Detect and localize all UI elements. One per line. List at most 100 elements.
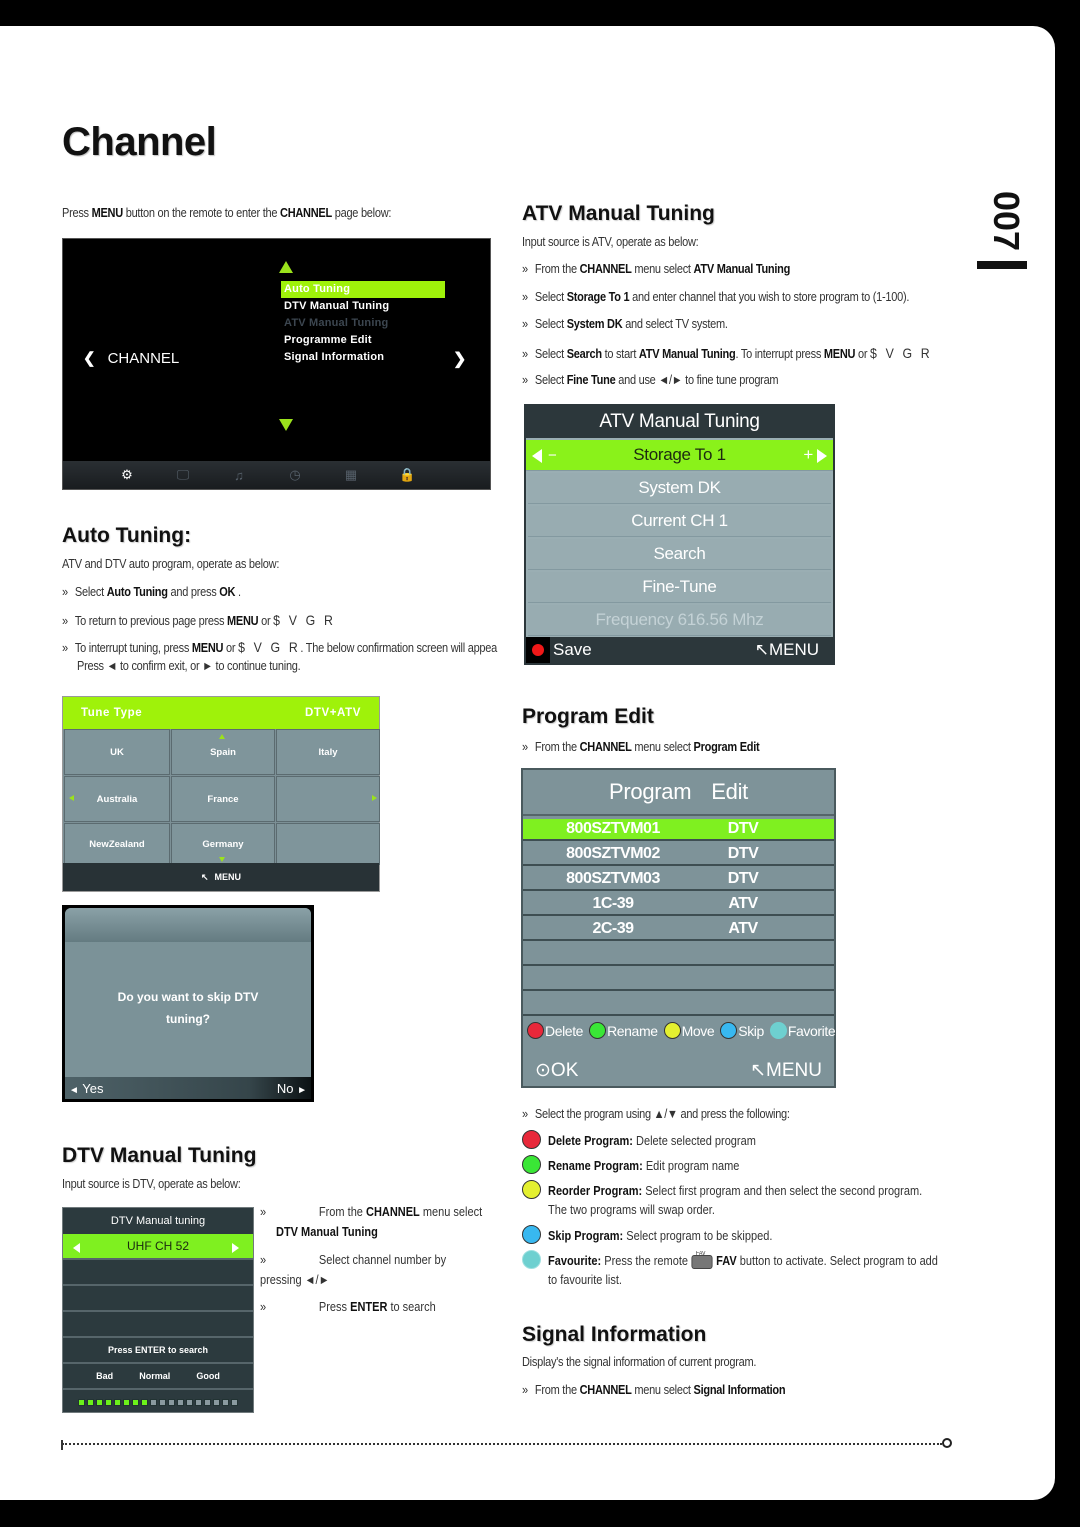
- red-button-icon: [527, 1022, 544, 1039]
- signal-segment: [159, 1398, 166, 1406]
- country-cell[interactable]: Australia: [64, 776, 170, 822]
- settings-gear-icon[interactable]: ⚙: [119, 467, 135, 483]
- key-reorder: Reorder Program: Select first program an…: [522, 1180, 973, 1220]
- auto-tuning-heading: Auto Tuning:: [62, 524, 192, 547]
- blue-button-icon: [720, 1022, 738, 1039]
- country-cell[interactable]: NewZealand: [64, 823, 170, 865]
- scroll-down-arrow-icon[interactable]: [279, 419, 293, 431]
- rename-button[interactable]: Rename: [589, 1022, 658, 1039]
- favorite-button[interactable]: Favorite: [769, 1022, 836, 1039]
- menu-item-programme-edit[interactable]: Programme Edit: [281, 332, 445, 349]
- auto-tuning-desc: ATV and DTV auto program, operate as bel…: [62, 557, 280, 571]
- signal-segment: [195, 1398, 202, 1406]
- atv-row-search[interactable]: Search: [528, 539, 831, 570]
- footer-circle-icon: [942, 1438, 952, 1448]
- channel-value: UHF CH 52: [126, 1239, 189, 1253]
- scroll-up-arrow-icon[interactable]: [279, 261, 293, 273]
- skip-button[interactable]: Skip: [720, 1022, 764, 1039]
- signal-segment: [177, 1398, 184, 1406]
- signal-info-step: » From the CHANNEL menu select Signal Inf…: [522, 1383, 786, 1397]
- menu-button[interactable]: ↖MENU: [750, 1059, 822, 1082]
- empty-row: [63, 1260, 253, 1286]
- page-title: Channel: [62, 120, 217, 164]
- signal-quality-labels: Bad Normal Good: [63, 1364, 253, 1390]
- music-note-icon[interactable]: ♫: [231, 468, 247, 483]
- yes-button[interactable]: ◄ Yes: [69, 1081, 104, 1096]
- right-arrow-icon[interactable]: [232, 1243, 239, 1253]
- tune-type-value: DTV+ATV: [304, 707, 361, 719]
- footer-dotted-line: [62, 1443, 942, 1445]
- up-arrow-icon: [219, 734, 225, 739]
- channel-selector[interactable]: UHF CH 52: [63, 1234, 253, 1260]
- atv-step: » From the CHANNEL menu select ATV Manual…: [522, 262, 791, 276]
- no-button[interactable]: No ►: [277, 1081, 307, 1096]
- auto-tuning-step: » Select Auto Tuning and press OK .: [62, 585, 241, 599]
- dtv-manual-heading: DTV Manual Tuning: [62, 1144, 257, 1167]
- move-button[interactable]: Move: [663, 1022, 715, 1039]
- dtv-step-line2: DTV Manual Tuning: [276, 1225, 378, 1239]
- delete-button[interactable]: Delete: [527, 1022, 583, 1039]
- right-arrow-icon: ►: [297, 1084, 307, 1096]
- dialog-header-band: [65, 908, 311, 942]
- signal-segment: [150, 1398, 157, 1406]
- program-row-empty: [523, 969, 834, 991]
- auto-tuning-step: » To interrupt tuning, press MENU or $ V …: [62, 639, 497, 655]
- atv-step: » Select System DK and select TV system.: [522, 317, 728, 331]
- atv-step: » Select Storage To 1 and enter channel t…: [522, 290, 910, 304]
- signal-segment: [141, 1398, 148, 1406]
- tune-type-header[interactable]: Tune Type DTV+ATV: [63, 697, 379, 729]
- country-cell[interactable]: Germany: [171, 823, 275, 865]
- dtv-step-line2: pressing ◄/►: [260, 1273, 330, 1287]
- program-row[interactable]: 800SZTVM03 DTV: [523, 869, 834, 891]
- skip-dtv-dialog: Do you want to skip DTV tuning? ◄ Yes No…: [62, 905, 314, 1102]
- atv-panel-footer: Save ↖MENU: [526, 637, 833, 663]
- menu-button[interactable]: ↖MENU: [755, 640, 819, 660]
- page-number-bar: [977, 261, 1027, 269]
- signal-segment: [114, 1398, 121, 1406]
- signal-info-heading: Signal Information: [522, 1323, 707, 1346]
- ok-button[interactable]: ⊙OK: [535, 1059, 578, 1082]
- program-row[interactable]: 2C-39 ATV: [523, 919, 834, 941]
- intro-text: Press MENU button on the remote to enter…: [62, 206, 392, 220]
- program-edit-screen: Program Edit 800SZTVM01 DTV 800SZTVM02 DTV …: [521, 768, 836, 1088]
- program-row[interactable]: 800SZTVM01 DTV: [523, 819, 834, 841]
- atv-row-fine-tune[interactable]: Fine-Tune: [528, 572, 831, 603]
- right-arrow-icon: [372, 795, 377, 801]
- chevron-left-icon[interactable]: ❮: [83, 350, 96, 367]
- key-skip: Skip Program: Select program to be skipp…: [522, 1225, 803, 1246]
- atv-row-system[interactable]: System DK: [528, 473, 831, 504]
- program-edit-step: » From the CHANNEL menu select Program Ed…: [522, 740, 760, 754]
- country-cell[interactable]: Spain: [171, 729, 275, 775]
- lock-icon[interactable]: 🔒: [399, 467, 415, 483]
- tune-type-menu-button[interactable]: ↖ MENU: [63, 863, 379, 891]
- chevron-right-icon[interactable]: ❯: [453, 349, 466, 369]
- menu-category-bar: ⚙ 🖵 ♫ ◷ ▦ 🔒: [63, 461, 490, 489]
- left-arrow-icon: [69, 795, 74, 801]
- country-cell[interactable]: Italy: [276, 729, 380, 775]
- grid-icon[interactable]: ▦: [343, 467, 359, 483]
- save-button[interactable]: Save: [526, 637, 592, 663]
- atv-row-current-ch[interactable]: Current CH 1: [528, 506, 831, 537]
- storage-selector[interactable]: − Storage To 1 +: [526, 440, 833, 471]
- country-cell[interactable]: UK: [64, 729, 170, 775]
- menu-item-signal-information[interactable]: Signal Information: [281, 349, 445, 366]
- menu-item-dtv-manual-tuning[interactable]: DTV Manual Tuning: [281, 298, 445, 315]
- program-row[interactable]: 1C-39 ATV: [523, 894, 834, 916]
- menu-item-auto-tuning[interactable]: Auto Tuning: [281, 281, 445, 298]
- channel-menu-screen: ❮ CHANNEL Auto Tuning DTV Manual Tuning A…: [62, 238, 491, 490]
- empty-row: [63, 1312, 253, 1338]
- right-arrow-icon[interactable]: [817, 449, 827, 463]
- dialog-button-bar: ◄ Yes No ►: [65, 1077, 311, 1099]
- left-arrow-icon[interactable]: [532, 449, 542, 463]
- tune-type-label: Tune Type: [81, 707, 143, 719]
- program-row[interactable]: 800SZTVM02 DTV: [523, 844, 834, 866]
- left-arrow-icon[interactable]: [73, 1243, 80, 1253]
- down-arrow-icon: [219, 857, 225, 862]
- signal-segment: [96, 1398, 103, 1406]
- country-cell[interactable]: [276, 823, 380, 865]
- clock-icon[interactable]: ◷: [287, 467, 303, 483]
- monitor-icon[interactable]: 🖵: [175, 467, 191, 483]
- country-cell[interactable]: [276, 776, 380, 822]
- blue-button-icon: [522, 1225, 541, 1244]
- country-cell[interactable]: France: [171, 776, 275, 822]
